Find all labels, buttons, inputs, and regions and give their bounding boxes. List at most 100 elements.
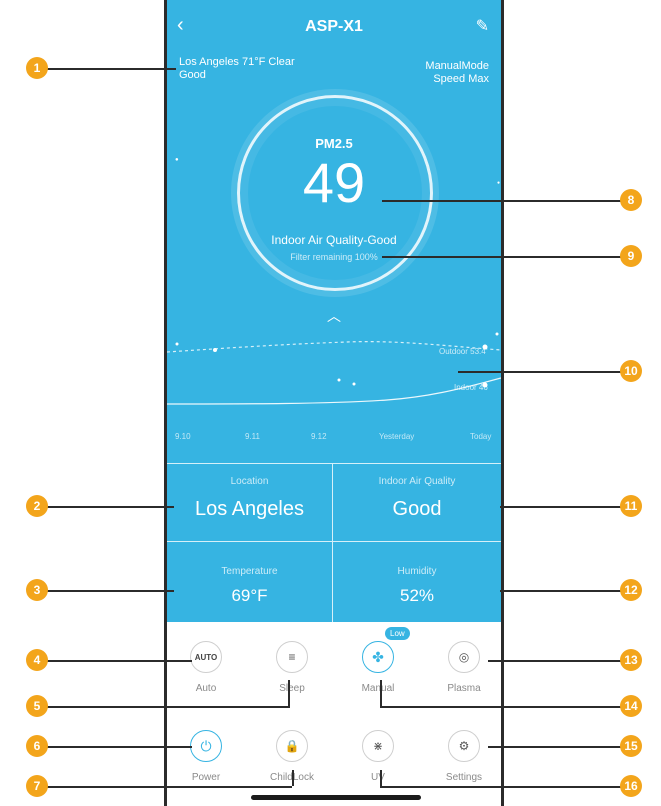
temperature-value: 69°F	[231, 586, 268, 605]
weather-line: Los Angeles 71°F Clear	[179, 56, 295, 68]
sparkle	[352, 382, 356, 386]
callout-badge: 6	[26, 735, 48, 757]
sleep-label: Sleep	[279, 683, 305, 694]
sleep-button[interactable]: ≡ Sleep	[257, 641, 327, 694]
pm25-value: 49	[302, 151, 366, 214]
leader-line	[40, 660, 192, 662]
callout-badge: 9	[620, 245, 642, 267]
callout-badge: 5	[26, 695, 48, 717]
callout-badge: 16	[620, 775, 642, 797]
leader-line	[288, 680, 290, 706]
edit-icon[interactable]: ✎	[476, 16, 489, 36]
leader-line	[380, 680, 382, 706]
uv-icon[interactable]: ⋇	[362, 730, 394, 762]
power-label: Power	[191, 772, 221, 783]
callout-badge: 7	[26, 775, 48, 797]
settings-button[interactable]: ⚙ Settings	[429, 730, 499, 783]
mode-line: ManualMode	[425, 60, 489, 72]
callout-badge: 4	[26, 649, 48, 671]
leader-line	[488, 660, 622, 662]
uv-button[interactable]: ⋇ UV	[343, 730, 413, 783]
air-quality-cell: Indoor Air Quality Good	[333, 463, 501, 541]
indoor-series-label: Indoor 46	[454, 383, 488, 392]
manual-label: Manual	[361, 683, 395, 694]
sparkle: ●	[497, 180, 501, 186]
history-chart: Outdoor 53.4 Indoor 46	[167, 332, 501, 405]
plasma-icon[interactable]: ◎	[448, 641, 480, 673]
air-quality-text: Indoor Air Quality-Good	[271, 233, 397, 247]
auto-button[interactable]: AUTO Auto	[171, 641, 241, 694]
x-tick: Yesterday	[379, 432, 415, 441]
manual-button[interactable]: Low ✤ Manual	[343, 627, 413, 694]
speed-line: Speed Max	[433, 73, 489, 85]
callout-badge: 2	[26, 495, 48, 517]
auto-icon[interactable]: AUTO	[190, 641, 222, 673]
leader-line	[380, 786, 622, 788]
fan-speed-badge: Low	[385, 627, 410, 640]
leader-line	[488, 746, 622, 748]
callout-badge: 8	[620, 189, 642, 211]
power-button[interactable]: ⏻ Power	[171, 730, 241, 783]
callout-badge: 11	[620, 495, 642, 517]
lock-icon[interactable]: 🔒	[276, 730, 308, 762]
callout-badge: 14	[620, 695, 642, 717]
leader-line	[500, 590, 622, 592]
sparkle	[495, 332, 499, 336]
leader-line	[382, 256, 622, 258]
leader-line	[380, 770, 382, 786]
location-label: Location	[230, 476, 269, 487]
leader-line	[382, 200, 622, 202]
sparkle: ●	[175, 157, 179, 163]
leader-line	[500, 506, 622, 508]
weather-quality: Good	[179, 69, 206, 81]
fan-icon[interactable]: ✤	[362, 641, 394, 673]
leader-line	[40, 786, 292, 788]
temperature-label: Temperature	[221, 566, 278, 577]
leader-line	[40, 746, 192, 748]
outdoor-weather: Los Angeles 71°F Clear Good	[179, 56, 295, 82]
temperature-cell: Temperature 69°F	[167, 541, 333, 622]
device-title: ASP-X1	[305, 18, 363, 35]
gear-icon[interactable]: ⚙	[448, 730, 480, 762]
callout-badge: 3	[26, 579, 48, 601]
power-icon[interactable]: ⏻	[190, 730, 222, 762]
outdoor-point	[213, 348, 217, 352]
location-value: Los Angeles	[195, 498, 304, 520]
mode-status: ManualMode Speed Max	[425, 60, 489, 86]
settings-label: Settings	[445, 772, 483, 783]
leader-line	[40, 706, 290, 708]
sleep-icon[interactable]: ≡	[276, 641, 308, 673]
x-tick: Today	[470, 432, 492, 441]
indoor-line	[167, 377, 501, 405]
outdoor-series-label: Outdoor 53.4	[439, 347, 486, 356]
air-quality-value: Good	[392, 498, 442, 520]
auto-label: Auto	[195, 683, 217, 694]
x-tick: 9.10	[175, 432, 191, 441]
leader-line	[458, 371, 622, 373]
air-quality-label: Indoor Air Quality	[378, 476, 456, 487]
leader-line	[40, 68, 176, 70]
callout-badge: 1	[26, 57, 48, 79]
humidity-value: 52%	[399, 586, 435, 605]
plasma-label: Plasma	[447, 683, 481, 694]
callout-badge: 12	[620, 579, 642, 601]
leader-line	[292, 770, 294, 786]
plasma-button[interactable]: ◎ Plasma	[429, 641, 499, 694]
humidity-label: Humidity	[397, 566, 437, 577]
leader-line	[380, 706, 622, 708]
pm25-label: PM2.5	[315, 136, 353, 151]
sparkle	[175, 342, 179, 346]
x-tick: 9.11	[245, 432, 260, 441]
phone-screen: ‹ ASP-X1 ✎ Los Angeles 71°F Clear Good M…	[164, 0, 504, 806]
home-indicator	[251, 795, 421, 800]
leader-line	[40, 506, 174, 508]
location-cell: Location Los Angeles	[167, 463, 333, 541]
uv-label: UV	[371, 772, 385, 783]
x-tick: 9.12	[311, 432, 327, 441]
callout-badge: 15	[620, 735, 642, 757]
callout-badge: 10	[620, 360, 642, 382]
leader-line	[40, 590, 174, 592]
humidity-cell: Humidity 52%	[333, 541, 501, 622]
sparkle	[337, 378, 341, 382]
stats-grid: Location Los Angeles Indoor Air Quality …	[167, 463, 501, 622]
